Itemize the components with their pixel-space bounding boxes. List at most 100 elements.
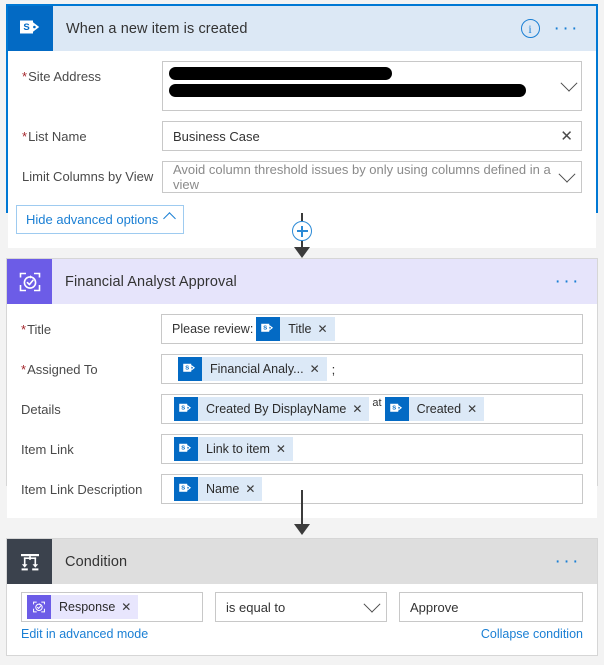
flow-designer-canvas: S When a new item is created i ··· *Site… (0, 0, 604, 665)
dynamic-content-token[interactable]: S Created By DisplayName ✕ (174, 397, 370, 421)
approvals-icon (7, 259, 52, 304)
details-token-list: S Created By DisplayName ✕ at S Created … (170, 395, 574, 423)
condition-value-input[interactable]: Approve (399, 592, 583, 622)
field-row-title: *Title Please review: S Title ✕ (7, 314, 597, 344)
required-marker: * (21, 362, 27, 377)
svg-text:S: S (264, 326, 268, 332)
dynamic-content-token[interactable]: S Title ✕ (256, 317, 335, 341)
condition-card-header[interactable]: Condition ··· (7, 539, 597, 584)
field-row-item-link: Item Link S Link to item ✕ (7, 434, 597, 464)
title-input[interactable]: Please review: S Title ✕ (161, 314, 583, 344)
limit-columns-placeholder: Avoid column threshold issues by only us… (173, 162, 551, 192)
sharepoint-icon: S (256, 317, 281, 341)
approval-card-title: Financial Analyst Approval (65, 273, 237, 290)
title-token-list: Please review: S Title ✕ (170, 315, 574, 343)
svg-text:S: S (181, 406, 185, 412)
trigger-card-menu-icon[interactable]: ··· (554, 19, 580, 38)
field-row-site-address: *Site Address (8, 61, 596, 111)
dynamic-content-token[interactable]: S Financial Analy... ✕ (178, 357, 327, 381)
condition-card-title: Condition (65, 553, 128, 570)
field-row-details: Details S Created By DisplayName ✕ at S … (7, 394, 597, 424)
step-connector (0, 490, 604, 535)
field-row-limit-columns: Limit Columns by View Avoid column thres… (8, 161, 596, 193)
trigger-card-title: When a new item is created (66, 20, 248, 37)
condition-value: Approve (410, 599, 459, 615)
required-marker: * (22, 69, 28, 84)
assigned-to-separator: ; (331, 361, 336, 377)
details-between-text: at (372, 397, 382, 409)
approval-card-header[interactable]: Financial Analyst Approval ··· (7, 259, 597, 304)
token-label: Created By DisplayName (206, 402, 347, 416)
collapse-condition-link[interactable]: Collapse condition (481, 627, 583, 641)
item-link-input[interactable]: S Link to item ✕ (161, 434, 583, 464)
dynamic-content-token[interactable]: S Created ✕ (384, 397, 485, 421)
remove-token-icon[interactable]: ✕ (352, 403, 369, 415)
remove-token-icon[interactable]: ✕ (467, 403, 484, 415)
approval-card-menu-icon[interactable]: ··· (555, 272, 581, 291)
assigned-to-token-list: S Financial Analy... ✕ ; (170, 355, 574, 383)
token-label: Financial Analy... (210, 362, 304, 376)
condition-card-actions: ··· (555, 552, 597, 571)
limit-columns-by-view-select[interactable]: Avoid column threshold issues by only us… (162, 161, 582, 193)
trigger-card[interactable]: S When a new item is created i ··· *Site… (6, 4, 598, 248)
field-label-details: Details (21, 402, 61, 417)
field-label-title: *Title (21, 322, 52, 337)
field-row-assigned-to: *Assigned To S Financial Analy... ✕ ; (7, 354, 597, 384)
sharepoint-icon: S (384, 397, 409, 421)
condition-card-menu-icon[interactable]: ··· (555, 552, 581, 571)
field-label-site-address: *Site Address (22, 69, 102, 84)
condition-links-row: Edit in advanced mode Collapse condition (7, 622, 597, 653)
edit-advanced-mode-link[interactable]: Edit in advanced mode (21, 627, 148, 641)
sharepoint-icon: S (178, 357, 202, 381)
token-label: Response (59, 600, 116, 614)
assigned-to-input[interactable]: S Financial Analy... ✕ ; (161, 354, 583, 384)
info-icon[interactable]: i (520, 19, 540, 38)
field-label-limit-columns: Limit Columns by View (22, 169, 154, 184)
sharepoint-icon: S (174, 437, 198, 461)
dynamic-content-token[interactable]: Response ✕ (27, 595, 139, 619)
condition-expression-row: Response ✕ is equal to Approve (7, 584, 597, 622)
sharepoint-icon: S (174, 397, 198, 421)
add-step-button[interactable] (292, 221, 312, 241)
trigger-card-actions: i ··· (520, 19, 596, 38)
chevron-down-icon[interactable] (555, 165, 576, 183)
token-label: Created (416, 402, 462, 416)
remove-token-icon[interactable]: ✕ (276, 443, 293, 455)
item-link-token-list: S Link to item ✕ (170, 435, 574, 463)
connector-arrow-icon (294, 247, 310, 258)
condition-operator-value: is equal to (226, 599, 286, 615)
svg-text:S: S (185, 366, 189, 372)
remove-token-icon[interactable]: ✕ (121, 601, 138, 613)
approval-card[interactable]: Financial Analyst Approval ··· *Title Pl… (6, 258, 598, 518)
sharepoint-icon: S (8, 6, 53, 51)
field-row-list-name: *List Name Business Case ✕ (8, 121, 596, 151)
dynamic-content-token[interactable]: S Link to item ✕ (174, 437, 293, 461)
trigger-card-header[interactable]: S When a new item is created i ··· (8, 6, 596, 51)
details-input[interactable]: S Created By DisplayName ✕ at S Created … (161, 394, 583, 424)
add-step-connector[interactable] (0, 213, 604, 258)
condition-icon (7, 539, 52, 584)
connector-arrow-icon (294, 524, 310, 535)
condition-card[interactable]: Condition ··· Response ✕ is equal to App… (6, 538, 598, 656)
list-name-value: Business Case (173, 128, 260, 144)
clear-x-icon[interactable]: ✕ (554, 129, 573, 144)
list-name-input[interactable]: Business Case ✕ (162, 121, 582, 151)
remove-token-icon[interactable]: ✕ (310, 363, 327, 375)
chevron-down-icon[interactable] (557, 62, 581, 110)
title-prefix-text: Please review: (172, 322, 254, 336)
svg-text:S: S (181, 446, 185, 452)
required-marker: * (22, 129, 28, 144)
token-label: Link to item (206, 442, 270, 456)
field-label-item-link: Item Link (21, 442, 74, 457)
remove-token-icon[interactable]: ✕ (317, 323, 334, 335)
condition-operator-select[interactable]: is equal to (215, 592, 387, 622)
condition-operand-input[interactable]: Response ✕ (21, 592, 203, 622)
approval-card-actions: ··· (555, 272, 597, 291)
token-label: Title (288, 322, 312, 336)
svg-text:S: S (23, 22, 29, 33)
site-address-input[interactable] (162, 61, 582, 111)
required-marker: * (21, 322, 27, 337)
condition-card-body: Response ✕ is equal to Approve Edit in a… (7, 584, 597, 653)
redacted-value (163, 62, 557, 110)
chevron-down-icon[interactable] (360, 595, 381, 613)
